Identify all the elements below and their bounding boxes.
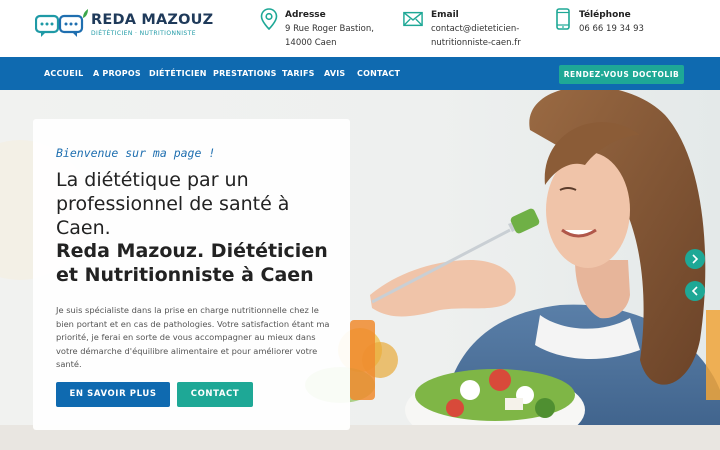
nav-contact[interactable]: CONTACT xyxy=(357,69,400,78)
email-line1[interactable]: contact@dieteticien- xyxy=(431,24,519,34)
chevron-left-icon xyxy=(691,286,698,296)
slider-prev-button[interactable] xyxy=(685,281,705,301)
header: REDA MAZOUZ DIÉTÉTICIEN · NUTRITIONNISTE… xyxy=(0,0,720,57)
learn-more-button[interactable]: EN SAVOIR PLUS xyxy=(56,382,170,407)
hero-headline: La diététique par un professionnel de sa… xyxy=(56,169,290,239)
logo[interactable]: REDA MAZOUZ DIÉTÉTICIEN · NUTRITIONNISTE xyxy=(35,8,213,40)
hero-headline-bold: Reda Mazouz. Diététicien et Nutritionnis… xyxy=(56,240,328,286)
email-title: Email xyxy=(431,10,459,20)
contact-button[interactable]: CONTACT xyxy=(177,382,253,407)
hero-intro: Je suis spécialiste dans la prise en cha… xyxy=(56,305,330,370)
nav-dieteticien[interactable]: DIÉTÉTICIEN xyxy=(149,69,207,78)
slider-next-button[interactable] xyxy=(685,249,705,269)
nav-tarifs[interactable]: TARIFS xyxy=(282,69,315,78)
doctolib-appointment-button[interactable]: RENDEZ-VOUS DOCTOLIB xyxy=(559,65,684,84)
phone-number[interactable]: 06 66 19 34 93 xyxy=(579,24,644,34)
welcome-text: Bienvenue sur ma page ! xyxy=(56,146,216,160)
map-pin-icon xyxy=(260,8,278,30)
phone-title: Téléphone xyxy=(579,10,631,20)
nav-avis[interactable]: AVIS xyxy=(324,69,345,78)
nav-accueil[interactable]: ACCUEIL xyxy=(44,69,83,78)
brand-name: REDA MAZOUZ xyxy=(91,12,214,28)
nav-prestations[interactable]: PRESTATIONS xyxy=(213,69,277,78)
address-title: Adresse xyxy=(285,10,326,20)
phone-icon xyxy=(556,8,570,30)
address-line2: 14000 Caen xyxy=(285,38,337,48)
email-line2[interactable]: nutritionniste-caen.fr xyxy=(431,38,521,48)
envelope-icon xyxy=(403,11,423,27)
logo-bubbles-icon xyxy=(35,9,88,37)
chevron-right-icon xyxy=(692,254,699,264)
address-line1: 9 Rue Roger Bastion, xyxy=(285,24,374,34)
nav-a-propos[interactable]: A PROPOS xyxy=(93,69,141,78)
brand-tagline: DIÉTÉTICIEN · NUTRITIONNISTE xyxy=(91,30,196,37)
